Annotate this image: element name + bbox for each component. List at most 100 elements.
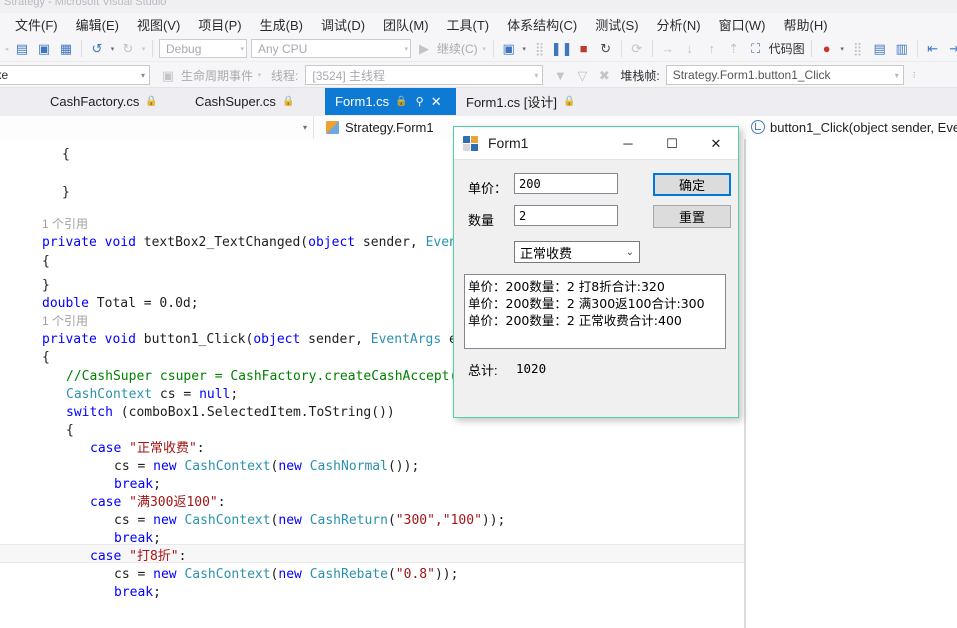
- uncomment-selection-icon[interactable]: ▥: [891, 38, 913, 60]
- code-token: ());: [387, 459, 420, 474]
- breakpoint-chevron-down-icon[interactable]: ▾: [838, 45, 847, 53]
- form1-title-bar[interactable]: Form1 ─ ☐ ✕: [454, 127, 738, 160]
- solution-platform-combo[interactable]: Any CPU ▾: [251, 39, 411, 58]
- menu-architecture[interactable]: 体系结构(C): [498, 13, 586, 36]
- lifecycle-events-icon[interactable]: ▣: [157, 64, 179, 86]
- menu-edit[interactable]: 编辑(E): [67, 13, 128, 36]
- lifecycle-events-label[interactable]: 生命周期事件: [179, 67, 255, 84]
- solution-configuration-combo[interactable]: Debug ▾: [159, 39, 247, 58]
- hot-reload-icon[interactable]: ⣿: [529, 38, 551, 60]
- document-tab-row: CashFactory.cs 🔒 CashSuper.cs 🔒 Form1.cs…: [0, 88, 957, 117]
- menu-build[interactable]: 生成(B): [251, 13, 312, 36]
- list-item[interactable]: 单价：200数量：2 打8折合计:320: [468, 278, 725, 295]
- code-line: }: [62, 183, 70, 202]
- continue-chevron-down-icon[interactable]: ▾: [480, 45, 489, 53]
- strategy-combo[interactable]: 正常收费 ⌄: [514, 241, 640, 263]
- code-token: private: [42, 332, 105, 347]
- toolbar-overflow-icon[interactable]: ⋮: [910, 71, 919, 79]
- project-selector-combo[interactable]: ▾: [0, 116, 314, 138]
- list-item[interactable]: 单价：200数量：2 满300返100合计:300: [468, 295, 725, 312]
- code-token: null: [199, 387, 231, 402]
- thread-label: 线程:: [271, 68, 299, 83]
- undo-chevron-down-icon[interactable]: ▾: [108, 45, 117, 53]
- process-combo[interactable]: ategy.vshost.exe ▾: [0, 65, 150, 85]
- form1-body: 单价： 200 数量 2 确定 重置 正常收费 ⌄ 单价：200数量：2 打8折…: [454, 160, 738, 417]
- redo-chevron-down-icon[interactable]: ▾: [139, 45, 148, 53]
- code-token: CashContext: [66, 387, 153, 402]
- list-item[interactable]: 单价：200数量：2 正常收费合计:400: [468, 312, 725, 329]
- refresh-icon[interactable]: ⟳: [626, 38, 648, 60]
- step-extra-icon[interactable]: ⇡: [723, 38, 745, 60]
- stackframe-label: 堆栈帧:: [620, 68, 660, 83]
- nav-back-icon[interactable]: ◂: [2, 45, 11, 53]
- step-over-icon[interactable]: →: [657, 38, 679, 60]
- pin-tab-icon[interactable]: ⚲: [416, 95, 424, 108]
- attach-to-process-icon[interactable]: ▣: [498, 38, 520, 60]
- lock-icon: 🔒: [145, 96, 158, 107]
- breakpoint-icon[interactable]: ●: [816, 38, 838, 60]
- code-token: switch: [66, 405, 113, 420]
- breakpoint-extra-icon[interactable]: ⣿: [847, 38, 869, 60]
- restart-icon[interactable]: ↻: [595, 38, 617, 60]
- tab-form1-cs-design[interactable]: Form1.cs [设计] 🔒: [456, 88, 601, 115]
- close-icon[interactable]: ✕: [694, 127, 738, 160]
- flag-threads-icon[interactable]: ✖: [593, 64, 615, 86]
- save-all-icon[interactable]: ▦: [55, 38, 77, 60]
- code-token: 0.0d: [159, 296, 191, 311]
- decrease-indent-icon[interactable]: ⇤: [922, 38, 944, 60]
- menu-analyze[interactable]: 分析(N): [648, 13, 710, 36]
- code-token: {: [42, 254, 50, 269]
- code-map-label[interactable]: 代码图: [767, 40, 807, 57]
- attach-chevron-down-icon[interactable]: ▾: [520, 45, 529, 53]
- thread-combo[interactable]: [3524] 主线程 ▾: [305, 65, 544, 85]
- editor-pane-splitter[interactable]: [745, 139, 746, 628]
- form1-dialog[interactable]: Form1 ─ ☐ ✕ 单价： 200 数量 2 确定 重置 正常收费 ⌄ 单价…: [453, 126, 739, 418]
- menu-view[interactable]: 视图(V): [128, 13, 189, 36]
- new-project-icon[interactable]: ▤: [11, 38, 33, 60]
- menu-window[interactable]: 窗口(W): [710, 13, 775, 36]
- close-icon[interactable]: ✕: [431, 94, 442, 110]
- reset-button[interactable]: 重置: [653, 205, 731, 228]
- tab-cashfactory-cs[interactable]: CashFactory.cs 🔒: [40, 88, 185, 115]
- code-token: "满300返100": [129, 495, 218, 510]
- code-map-icon[interactable]: ⛶: [745, 38, 767, 60]
- maximize-icon[interactable]: ☐: [650, 127, 694, 160]
- class-selector-combo[interactable]: Strategy.Form1: [318, 116, 442, 138]
- stop-debugging-icon[interactable]: ■: [573, 38, 595, 60]
- stackframe-combo[interactable]: Strategy.Form1.button1_Click ▾: [665, 65, 904, 85]
- menu-file[interactable]: 文件(F): [6, 13, 67, 36]
- step-into-icon[interactable]: ↓: [679, 38, 701, 60]
- continue-play-icon[interactable]: ▶: [413, 38, 435, 60]
- redo-icon[interactable]: ↻: [117, 38, 139, 60]
- code-token: double: [42, 296, 89, 311]
- tab-form1-cs[interactable]: Form1.cs 🔒 ⚲ ✕: [325, 88, 456, 115]
- undo-icon[interactable]: ↺: [86, 38, 108, 60]
- class-selector-value: Strategy.Form1: [345, 119, 434, 135]
- menu-debug[interactable]: 调试(D): [312, 13, 374, 36]
- quantity-input[interactable]: 2: [514, 205, 618, 226]
- results-listbox[interactable]: 单价：200数量：2 打8折合计:320 单价：200数量：2 满300返100…: [464, 274, 726, 349]
- code-line: break;: [114, 475, 161, 494]
- minimize-icon[interactable]: ─: [606, 127, 650, 160]
- continue-label[interactable]: 继续(C): [435, 40, 480, 57]
- tab-cashsuper-cs[interactable]: CashSuper.cs 🔒: [185, 88, 325, 115]
- filter-icon[interactable]: ▼: [549, 64, 571, 86]
- pause-icon[interactable]: ❚❚: [551, 38, 573, 60]
- member-selector-combo[interactable]: button1_Click(object sender, Even: [745, 116, 957, 138]
- menu-team[interactable]: 团队(M): [374, 13, 438, 36]
- comment-selection-icon[interactable]: ▤: [869, 38, 891, 60]
- code-line: case "打8折":: [90, 547, 186, 566]
- increase-indent-icon[interactable]: ⇥: [944, 38, 957, 60]
- code-line: {: [42, 348, 50, 367]
- filter-secondary-icon[interactable]: ▽: [571, 64, 593, 86]
- lifecycle-chevron-down-icon[interactable]: ▾: [255, 71, 264, 79]
- price-input[interactable]: 200: [514, 173, 618, 194]
- lock-icon: 🔒: [563, 96, 576, 107]
- ok-button[interactable]: 确定: [653, 173, 731, 196]
- step-out-icon[interactable]: ↑: [701, 38, 723, 60]
- menu-help[interactable]: 帮助(H): [775, 13, 837, 36]
- save-icon[interactable]: ▣: [33, 38, 55, 60]
- menu-tools[interactable]: 工具(T): [438, 13, 499, 36]
- menu-project[interactable]: 项目(P): [189, 13, 250, 36]
- menu-test[interactable]: 测试(S): [586, 13, 647, 36]
